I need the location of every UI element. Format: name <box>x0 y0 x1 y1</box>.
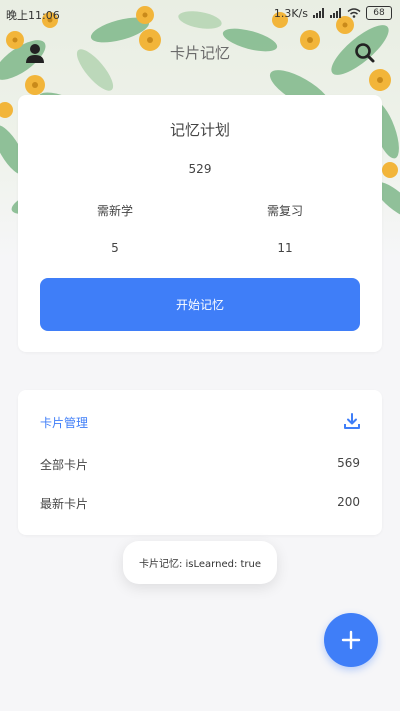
page-title: 卡片记忆 <box>169 44 230 62</box>
plan-title: 记忆计划 <box>169 121 230 139</box>
all-cards-label: 全部卡片 <box>40 458 89 472</box>
all-cards-count: 569 <box>337 456 360 470</box>
plan-total: 529 <box>188 162 212 176</box>
card-management-header: 卡片管理 <box>40 412 362 434</box>
wifi-icon <box>347 8 361 18</box>
search-icon[interactable] <box>352 40 378 66</box>
card-management-card: 卡片管理 全部卡片 569 最新卡片 200 <box>18 390 382 535</box>
status-bar: 晚上11:06 1.3K/s 68 <box>0 0 400 28</box>
signal-icon <box>330 8 341 18</box>
status-time: 晚上11:06 <box>6 9 60 22</box>
plus-icon <box>341 630 361 650</box>
list-item-latest-cards[interactable]: 最新卡片 200 <box>40 495 360 515</box>
list-item-all-cards[interactable]: 全部卡片 569 <box>40 456 360 476</box>
start-memorizing-button[interactable]: 开始记忆 <box>40 278 360 331</box>
battery-indicator: 68 <box>366 6 392 20</box>
review-label: 需复习 <box>266 204 303 218</box>
download-icon[interactable] <box>342 412 362 432</box>
memory-plan-card: 记忆计划 529 需新学 需复习 5 11 开始记忆 <box>18 95 382 352</box>
toast-message: 卡片记忆: isLearned: true <box>123 541 277 584</box>
network-speed: 1.3K/s <box>273 6 308 20</box>
app-bar: 卡片记忆 <box>0 34 400 70</box>
latest-cards-count: 200 <box>337 495 360 509</box>
new-label: 需新学 <box>96 204 133 218</box>
new-count: 5 <box>111 241 119 255</box>
card-management-title: 卡片管理 <box>40 416 89 430</box>
signal-icon <box>313 8 324 18</box>
add-button[interactable] <box>324 613 378 667</box>
latest-cards-label: 最新卡片 <box>40 497 89 511</box>
review-count: 11 <box>277 241 293 255</box>
status-indicators: 1.3K/s 68 <box>274 6 392 20</box>
